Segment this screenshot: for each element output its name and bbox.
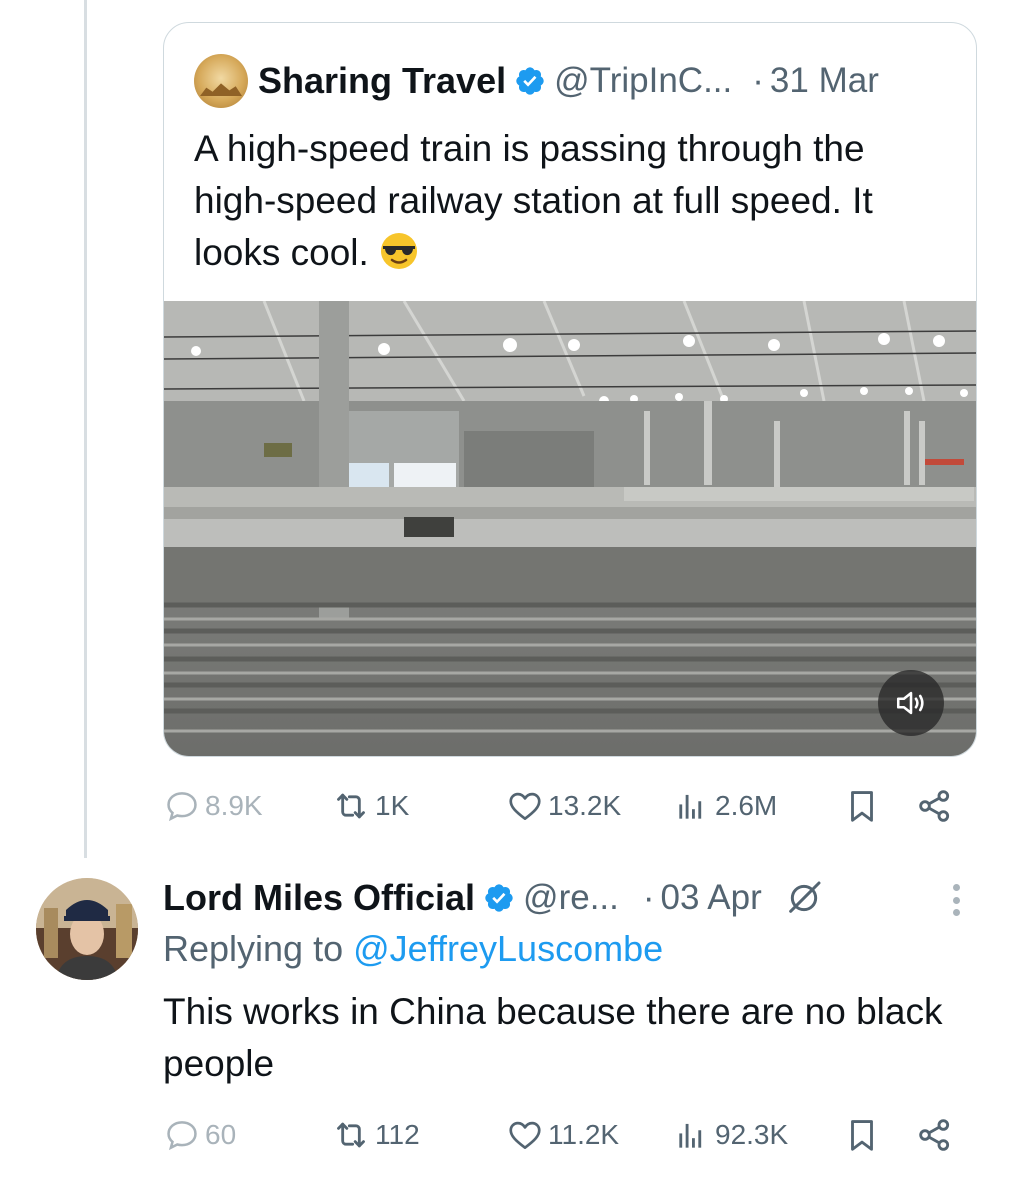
heart-icon [509,1121,541,1150]
views-button[interactable]: 2.6M [673,784,777,828]
like-count: 11.2K [548,1119,620,1150]
share-button[interactable] [915,1113,959,1157]
avatar-photo [36,878,138,980]
reply-author-avatar[interactable] [36,878,138,980]
video-player[interactable] [164,301,976,756]
heart-icon [509,792,541,821]
bookmark-button[interactable] [843,784,885,828]
verified-badge-icon [485,884,513,912]
quoted-author-avatar[interactable] [194,54,248,108]
reply-tweet-text: This works in China because there are no… [163,991,943,1084]
share-icon [919,790,950,822]
retweet-button[interactable]: 112 [331,1113,420,1157]
retweet-count: 1K [375,790,410,821]
speech-bubble-icon [167,792,197,822]
share-icon [919,1119,950,1151]
reply-count: 60 [205,1119,237,1150]
quoted-author-name[interactable]: Sharing Travel [258,60,506,102]
verified-badge-icon [516,67,544,95]
quoted-tweet-card[interactable]: Sharing Travel @TripInC... · 31 Mar A hi… [163,22,977,757]
mute-button[interactable] [878,670,944,736]
quoted-tweet-text: A high-speed train is passing through th… [194,123,954,279]
bookmark-button[interactable] [843,1113,885,1157]
views-button[interactable]: 92.3K [673,1113,788,1157]
reply-tweet-actions: 60 112 11.2K 92.3K [163,1113,963,1157]
retweet-icon [337,793,365,819]
speaker-muted-icon [896,691,924,715]
like-count: 13.2K [548,790,622,821]
sunglasses-emoji-icon [381,233,418,269]
views-count: 2.6M [715,790,778,821]
reply-tweet-header: Lord Miles Official @re... · 03 Apr [163,870,983,926]
speech-bubble-icon [167,1121,197,1151]
reply-button[interactable]: 8.9K [163,784,263,828]
bookmark-icon [851,1120,873,1151]
bar-chart-icon [679,1123,702,1148]
more-options-icon[interactable] [944,880,968,920]
share-button[interactable] [915,784,959,828]
bookmark-icon [851,791,873,822]
replying-to-line: Replying to @JeffreyLuscombe [163,928,663,970]
like-button[interactable]: 11.2K [506,1113,619,1157]
reply-author-name[interactable]: Lord Miles Official [163,877,475,919]
reply-count: 8.9K [205,790,263,821]
reply-tweet-date[interactable]: 03 Apr [661,878,762,918]
retweet-icon [337,1122,365,1148]
quoted-tweet-date[interactable]: 31 Mar [770,61,879,101]
retweet-button[interactable]: 1K [331,784,409,828]
bar-chart-icon [679,794,702,819]
quoted-tweet-actions: 8.9K 1K 13.2K 2.6M [163,784,963,828]
quoted-author-handle[interactable]: @TripInC... [554,61,732,101]
like-button[interactable]: 13.2K [506,784,621,828]
quoted-tweet-header: Sharing Travel @TripInC... · 31 Mar [194,53,879,109]
header-separator: · [752,61,764,100]
video-frame [164,301,976,733]
retweet-count: 112 [375,1119,420,1150]
quoted-tweet-body: A high-speed train is passing through th… [194,128,873,273]
replying-to-mention[interactable]: @JeffreyLuscombe [353,928,663,969]
thread-connector-line [84,0,87,858]
views-count: 92.3K [715,1119,789,1150]
grok-icon[interactable] [784,878,824,918]
header-separator: · [642,878,655,917]
replying-prefix: Replying to [163,928,354,969]
reply-author-handle[interactable]: @re... [523,878,619,918]
reply-button[interactable]: 60 [163,1113,236,1157]
